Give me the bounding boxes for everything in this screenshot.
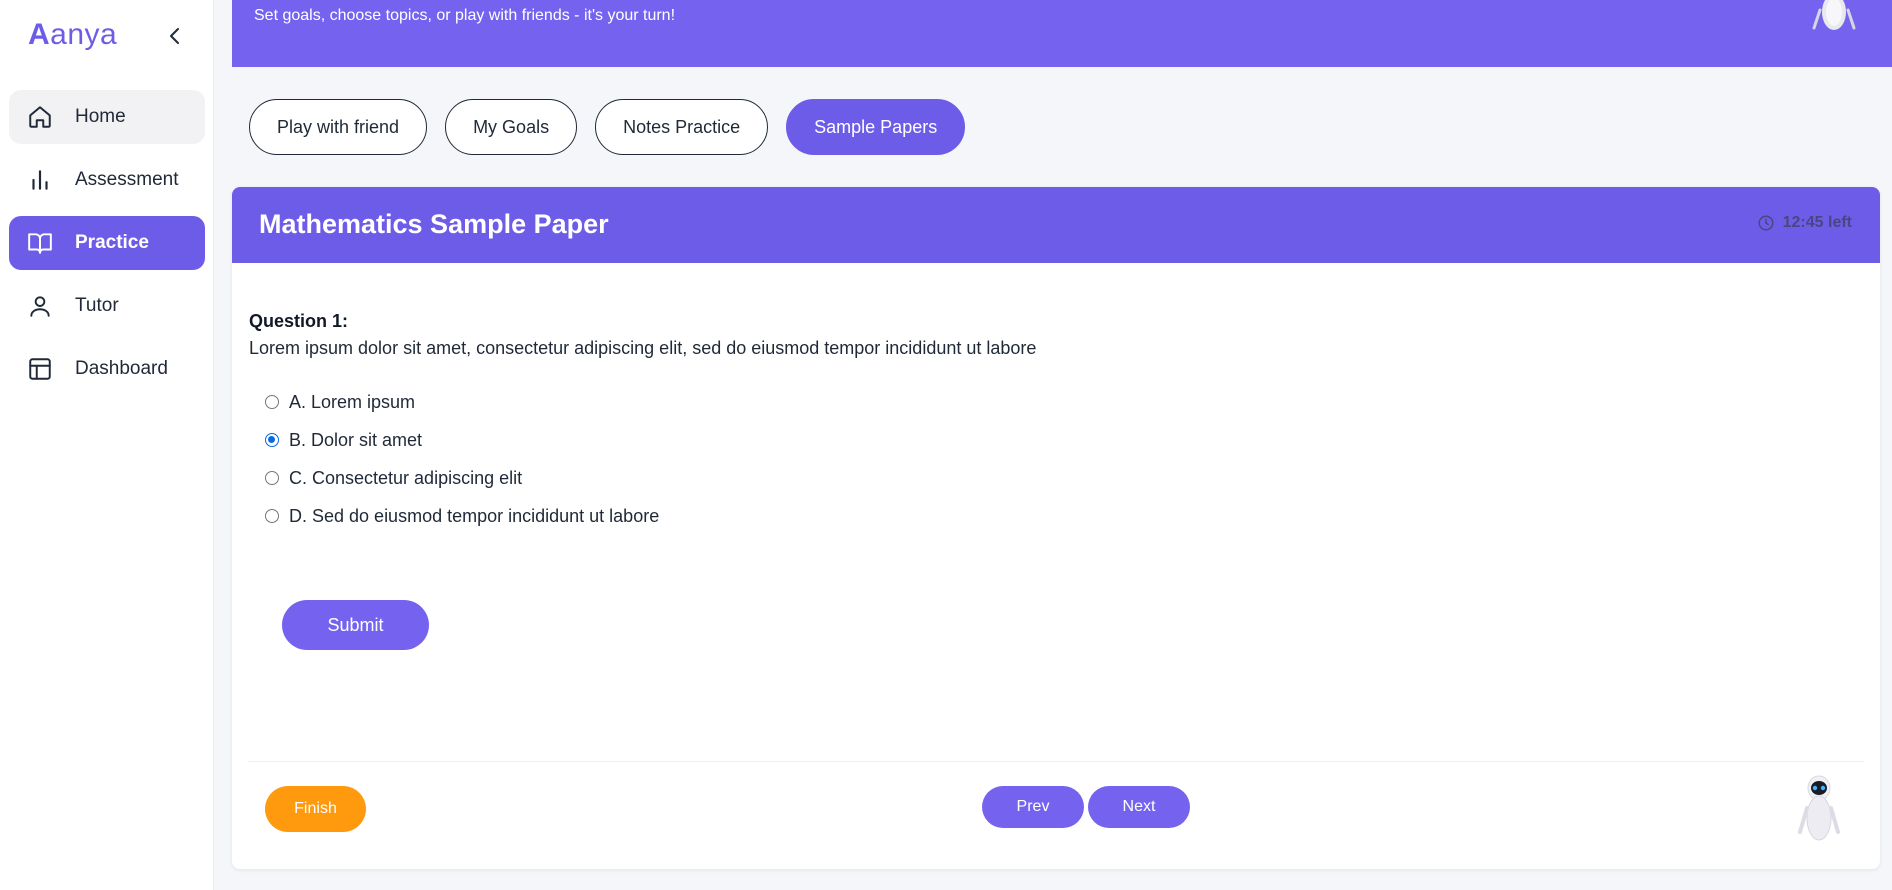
book-open-icon	[27, 230, 53, 256]
option-label: C. Consectetur adipiscing elit	[289, 467, 523, 488]
home-icon	[27, 104, 53, 130]
question-text: Lorem ipsum dolor sit amet, consectetur …	[249, 338, 1037, 358]
sidebar: Aanya Home Assessment Practice Tutor Das…	[0, 0, 214, 890]
chevron-left-icon	[170, 28, 179, 44]
tab-sample-papers[interactable]: Sample Papers	[786, 99, 966, 155]
tab-my-goals[interactable]: My Goals	[445, 99, 578, 155]
sidebar-nav: Home Assessment Practice Tutor Dashboard	[9, 90, 205, 405]
sidebar-item-label: Dashboard	[75, 358, 168, 379]
layout-icon	[27, 356, 53, 382]
sidebar-item-dashboard[interactable]: Dashboard	[9, 342, 205, 396]
navigation-footer: Finish Prev Next	[248, 761, 1864, 861]
user-icon	[27, 293, 53, 319]
answer-options: A. Lorem ipsum B. Dolor sit amet C. Cons…	[265, 383, 659, 535]
option-a[interactable]: A. Lorem ipsum	[265, 383, 659, 421]
sidebar-item-label: Assessment	[75, 169, 179, 190]
card-header: Mathematics Sample Paper 12:45 left	[232, 187, 1880, 263]
tab-notes-practice[interactable]: Notes Practice	[595, 99, 769, 155]
sidebar-item-label: Home	[75, 106, 126, 127]
radio-button[interactable]	[265, 509, 279, 523]
option-d[interactable]: D. Sed do eiusmod tempor incididunt ut l…	[265, 497, 659, 535]
option-c[interactable]: C. Consectetur adipiscing elit	[265, 459, 659, 497]
prev-button[interactable]: Prev	[982, 786, 1084, 828]
sidebar-item-label: Tutor	[75, 295, 119, 316]
option-label: B. Dolor sit amet	[289, 429, 423, 450]
radio-button[interactable]	[265, 395, 279, 409]
bar-chart-icon	[27, 167, 53, 193]
sidebar-item-assessment[interactable]: Assessment	[9, 153, 205, 207]
radio-button-selected[interactable]	[265, 433, 279, 447]
question-block: Question 1: Lorem ipsum dolor sit amet, …	[249, 311, 1036, 359]
clock-icon	[1757, 214, 1775, 232]
sidebar-item-home[interactable]: Home	[9, 90, 205, 144]
finish-button[interactable]: Finish	[265, 786, 366, 832]
sidebar-item-label: Practice	[75, 232, 149, 253]
option-label: A. Lorem ipsum	[289, 391, 416, 412]
submit-button[interactable]: Submit	[282, 600, 429, 650]
sidebar-item-tutor[interactable]: Tutor	[9, 279, 205, 333]
practice-tabs: Play with friend My Goals Notes Practice…	[249, 99, 983, 155]
next-button[interactable]: Next	[1088, 786, 1190, 828]
option-label: D. Sed do eiusmod tempor incididunt ut l…	[289, 505, 660, 526]
option-b[interactable]: B. Dolor sit amet	[265, 421, 659, 459]
brand-first-letter: A	[28, 18, 51, 51]
collapse-sidebar-button[interactable]	[163, 24, 187, 48]
sample-paper-card: Mathematics Sample Paper 12:45 left Ques…	[232, 187, 1880, 869]
brand-logo[interactable]: Aanya	[28, 18, 117, 52]
banner-text: Set goals, choose topics, or play with f…	[254, 7, 676, 24]
tab-play-with-friend[interactable]: Play with friend	[249, 99, 428, 155]
page-title: Mathematics Sample Paper	[259, 209, 609, 239]
sidebar-item-practice[interactable]: Practice	[9, 216, 205, 270]
radio-button[interactable]	[265, 471, 279, 485]
brand-rest: anya	[50, 18, 118, 51]
robot-assistant-icon[interactable]	[1796, 772, 1842, 844]
timer: 12:45 left	[1757, 214, 1852, 232]
robot-mascot-icon	[1812, 0, 1856, 30]
question-label: Question 1:	[249, 311, 349, 331]
timer-text: 12:45 left	[1782, 214, 1852, 231]
welcome-banner: Set goals, choose topics, or play with f…	[232, 0, 1892, 67]
